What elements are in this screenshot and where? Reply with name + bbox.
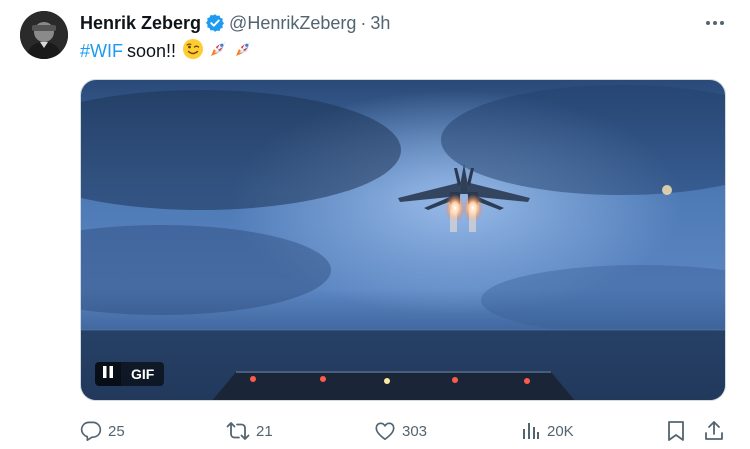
bookmark-icon (666, 420, 686, 442)
repost-icon (226, 420, 250, 442)
pause-button[interactable] (95, 362, 121, 386)
repost-button[interactable]: 21 (226, 418, 273, 444)
views-button[interactable]: 20K (521, 418, 574, 444)
bookmark-button[interactable] (666, 418, 686, 444)
verified-badge-icon[interactable] (205, 13, 225, 33)
share-button[interactable] (704, 418, 724, 444)
like-button[interactable]: 303 (374, 418, 427, 444)
author-handle[interactable]: @HenrikZeberg (229, 13, 356, 34)
author-display-name[interactable]: Henrik Zeberg (80, 13, 201, 34)
hashtag-link[interactable]: #WIF (80, 41, 123, 62)
tweet[interactable]: Henrik Zeberg @HenrikZeberg · 3h #WIF so… (0, 0, 750, 449)
view-count: 20K (547, 422, 574, 440)
tweet-header: Henrik Zeberg @HenrikZeberg · 3h (80, 12, 390, 34)
action-bar: 25 21 303 20K (80, 418, 726, 444)
heart-icon (374, 420, 396, 442)
more-options-icon[interactable] (704, 14, 726, 32)
reply-button[interactable]: 25 (80, 418, 125, 444)
rocket-emoji (232, 38, 254, 65)
share-icon (704, 420, 724, 442)
gif-media[interactable] (80, 79, 726, 401)
gif-badge: GIF (121, 362, 165, 386)
views-icon (521, 421, 541, 441)
winking-face-emoji (182, 38, 204, 65)
rocket-emoji (207, 38, 229, 65)
separator-dot: · (360, 12, 367, 33)
tweet-body: soon!! (127, 41, 177, 61)
gif-controls: GIF (95, 362, 165, 386)
pause-icon (103, 365, 113, 383)
like-count: 303 (402, 422, 428, 440)
reply-count: 25 (108, 422, 125, 440)
post-timestamp[interactable]: 3h (370, 13, 390, 34)
reply-icon (80, 420, 102, 442)
tweet-text: #WIF soon!! (80, 38, 254, 65)
emoji-group (182, 38, 254, 65)
repost-count: 21 (256, 422, 273, 440)
avatar[interactable] (20, 11, 68, 59)
